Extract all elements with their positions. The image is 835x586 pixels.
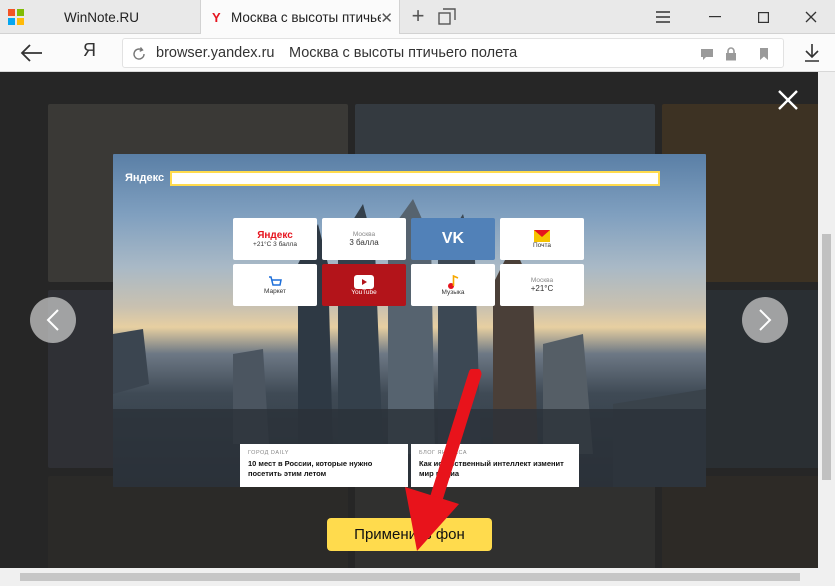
youtube-icon <box>354 274 374 289</box>
preview-yandex-logo: Яндекс <box>125 172 165 184</box>
tab-title: WinNote.RU <box>64 9 140 25</box>
gallery-thumbnail[interactable] <box>662 476 818 568</box>
tab-winnote[interactable]: WinNote.RU <box>40 0 198 34</box>
vertical-scrollbar[interactable] <box>818 72 835 568</box>
tab-title: Москва с высоты птичье <box>231 9 381 25</box>
yandex-home-button[interactable]: Я <box>83 40 96 61</box>
gallery-thumbnail[interactable] <box>48 476 348 568</box>
cart-icon <box>269 275 282 286</box>
menu-icon <box>656 11 670 23</box>
menu-button[interactable] <box>640 0 686 34</box>
comment-icon[interactable] <box>700 47 714 61</box>
close-icon[interactable] <box>776 88 800 112</box>
maximize-icon <box>757 11 769 23</box>
preview-tile-weather: Москва +21°C <box>500 264 584 306</box>
scrollbar-thumb[interactable] <box>822 234 831 480</box>
mail-icon <box>534 229 550 242</box>
preview-tile-yandex: Яндекс +21°C 3 балла <box>233 218 317 260</box>
maximize-button[interactable] <box>740 0 786 34</box>
scrollbar-corner <box>818 568 835 586</box>
preview-news-card: ГОРОД DAILY 10 мест в России, которые ну… <box>240 444 408 487</box>
url-page-title: Москва с высоты птичьего полета <box>289 45 518 61</box>
next-background-button[interactable] <box>742 297 788 343</box>
tab-active-moscow[interactable]: Y Москва с высоты птичье ✕ <box>200 0 400 34</box>
preview-tile-vk: VK <box>411 218 495 260</box>
reload-icon[interactable] <box>131 46 147 62</box>
annotation-arrow-icon <box>405 369 482 551</box>
preview-tile-market: Маркет <box>233 264 317 306</box>
windows-logo-icon <box>8 9 24 25</box>
background-gallery: Яндекс Яндекс +21°C 3 балла Москва 3 бал… <box>0 72 818 568</box>
minimize-button[interactable] <box>692 0 738 34</box>
preview-tile-mail: Почта <box>500 218 584 260</box>
chevron-right-icon <box>759 309 772 331</box>
yandex-favicon-icon: Y <box>212 10 221 25</box>
bookmark-icon[interactable] <box>757 47 771 61</box>
window-close-button[interactable] <box>788 0 834 34</box>
close-window-icon <box>805 11 817 23</box>
url-host: browser.yandex.ru <box>156 45 275 61</box>
tab-manager-icon[interactable] <box>438 8 456 25</box>
previous-background-button[interactable] <box>30 297 76 343</box>
music-icon <box>448 274 459 289</box>
navigation-bar: Я browser.yandex.ru Москва с высоты птич… <box>0 34 835 72</box>
chevron-left-icon <box>46 309 59 331</box>
title-bar: WinNote.RU Y Москва с высоты птичье ✕ + <box>0 0 835 34</box>
preview-tile-youtube: YouTube <box>322 264 406 306</box>
minimize-icon <box>709 16 721 18</box>
preview-tile-music: Музыка <box>411 264 495 306</box>
address-bar[interactable]: browser.yandex.ru Москва с высоты птичье… <box>122 38 784 68</box>
lock-icon[interactable] <box>724 47 738 61</box>
preview-tile-traffic: Москва 3 балла <box>322 218 406 260</box>
back-arrow-icon[interactable] <box>18 42 46 64</box>
tab-close-icon[interactable]: ✕ <box>380 9 393 27</box>
preview-search-field <box>170 171 660 186</box>
new-tab-button[interactable]: + <box>407 4 429 28</box>
download-icon[interactable] <box>802 42 822 64</box>
scrollbar-thumb[interactable] <box>20 573 800 581</box>
horizontal-scrollbar[interactable] <box>0 568 818 586</box>
